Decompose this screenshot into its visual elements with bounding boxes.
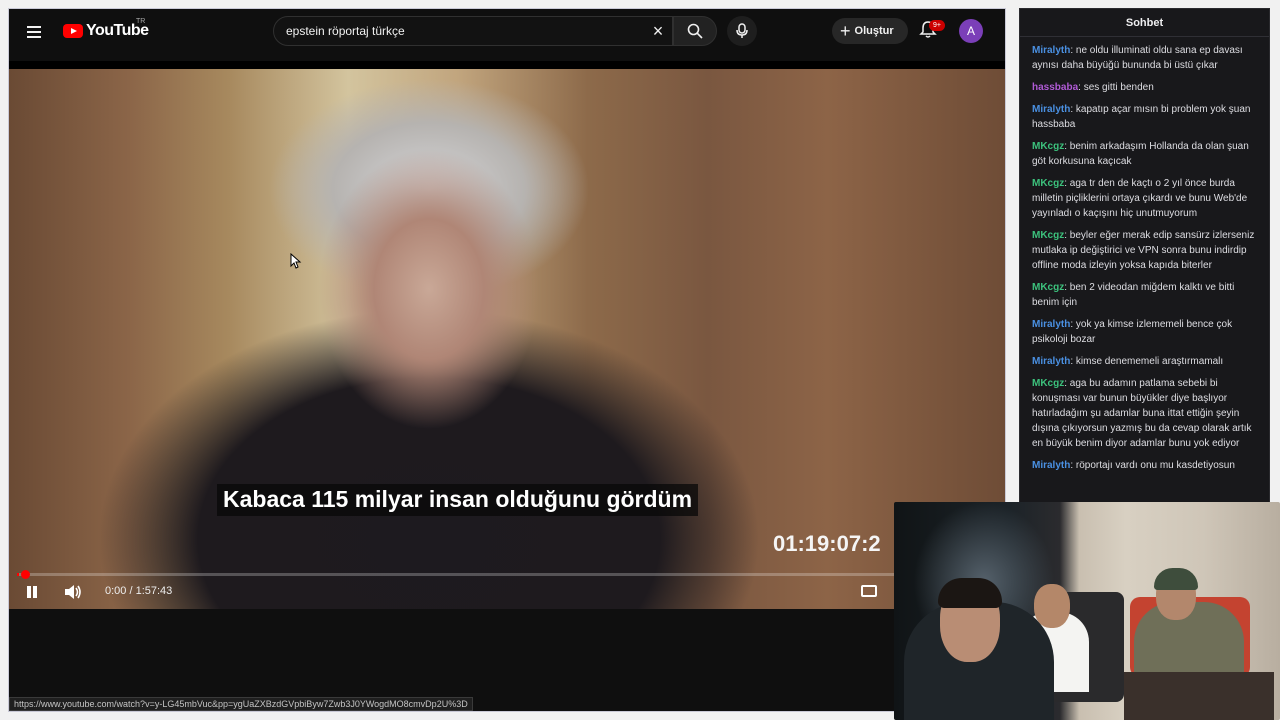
chat-message: Miralyth: kapatıp açar mısın bi problem … bbox=[1032, 102, 1257, 132]
pause-icon[interactable] bbox=[27, 585, 39, 599]
scrubber-handle[interactable] bbox=[21, 570, 30, 579]
time-display: 0:00 / 1:57:43 bbox=[105, 585, 173, 597]
chat-message: MKcgz: ben 2 videodan miğdem kalktı ve b… bbox=[1032, 280, 1257, 310]
plus-icon: + bbox=[840, 21, 851, 41]
youtube-logo[interactable]: YouTube TR bbox=[63, 18, 149, 42]
chat-message-list[interactable]: Miralyth: ne oldu illuminati oldu sana e… bbox=[1020, 37, 1269, 473]
chat-username[interactable]: Miralyth bbox=[1032, 319, 1070, 330]
chat-text: kimse denememeli araştırmamalı bbox=[1075, 356, 1224, 367]
masthead: YouTube TR × + Oluştur 9+ A bbox=[9, 9, 1005, 61]
chat-username[interactable]: Miralyth bbox=[1032, 45, 1070, 56]
chat-panel: Sohbet Miralyth: ne oldu illuminati oldu… bbox=[1019, 8, 1270, 510]
search-button[interactable] bbox=[673, 16, 717, 46]
captions-icon[interactable] bbox=[861, 585, 877, 597]
video-player[interactable]: Kabaca 115 milyar insan olduğunu gördüm … bbox=[9, 61, 1005, 609]
voice-search-button[interactable] bbox=[727, 16, 757, 46]
create-button[interactable]: + Oluştur bbox=[832, 18, 908, 44]
menu-icon[interactable] bbox=[27, 23, 47, 39]
chat-message: Miralyth: yok ya kimse izlememeli bence … bbox=[1032, 317, 1257, 347]
player-controls: 0:00 / 1:57:43 bbox=[9, 581, 1005, 609]
chat-message: Miralyth: ne oldu illuminati oldu sana e… bbox=[1032, 43, 1257, 73]
burned-timecode: 01:19:07:2 bbox=[773, 531, 881, 556]
youtube-logo-icon bbox=[63, 24, 83, 38]
chat-message: MKcgz: beyler eğer merak edip sansürz iz… bbox=[1032, 228, 1257, 273]
progress-fill bbox=[17, 573, 19, 576]
search-icon bbox=[687, 23, 703, 39]
chat-username[interactable]: MKcgz bbox=[1032, 230, 1064, 241]
chat-message: hassbaba: ses gitti benden bbox=[1032, 80, 1257, 95]
cursor-icon bbox=[290, 253, 302, 269]
region-code: TR bbox=[136, 18, 146, 25]
chat-username[interactable]: MKcgz bbox=[1032, 141, 1064, 152]
video-frame[interactable] bbox=[9, 69, 1005, 609]
chat-username[interactable]: Miralyth bbox=[1032, 356, 1070, 367]
chat-message: MKcgz: aga tr den de kaçtı o 2 yıl önce … bbox=[1032, 176, 1257, 221]
chat-title: Sohbet bbox=[1020, 9, 1269, 37]
status-url: https://www.youtube.com/watch?v=y-LG45mb… bbox=[9, 697, 473, 711]
chat-username[interactable]: MKcgz bbox=[1032, 282, 1064, 293]
chat-text: ses gitti benden bbox=[1083, 82, 1154, 93]
webcam-person-left-hair bbox=[938, 578, 1002, 608]
volume-icon[interactable] bbox=[63, 583, 83, 601]
chat-text: röportajı vardı onu mu kasdetiyosun bbox=[1075, 460, 1235, 471]
webcam-overlay bbox=[894, 502, 1280, 720]
progress-bar[interactable] bbox=[17, 570, 999, 579]
video-subtitle: Kabaca 115 milyar insan olduğunu gördüm bbox=[217, 484, 699, 516]
mic-icon bbox=[736, 23, 748, 38]
clear-icon[interactable]: × bbox=[650, 22, 666, 40]
webcam-person-middle-head bbox=[1034, 584, 1070, 628]
chat-message: MKcgz: aga bu adamın patlama sebebi bi k… bbox=[1032, 376, 1257, 451]
chat-username[interactable]: MKcgz bbox=[1032, 178, 1064, 189]
chat-username[interactable]: Miralyth bbox=[1032, 104, 1070, 115]
chat-username[interactable]: hassbaba bbox=[1032, 82, 1078, 93]
chat-message: Miralyth: kimse denememeli araştırmamalı bbox=[1032, 354, 1257, 369]
notification-badge: 9+ bbox=[929, 20, 945, 31]
avatar[interactable]: A bbox=[959, 19, 983, 43]
chat-message: MKcgz: benim arkadaşım Hollanda da olan … bbox=[1032, 139, 1257, 169]
chat-message: Miralyth: röportajı vardı onu mu kasdeti… bbox=[1032, 458, 1257, 473]
search-input[interactable] bbox=[274, 24, 634, 38]
search-box: × bbox=[273, 16, 673, 46]
create-label: Oluştur bbox=[854, 25, 894, 37]
chat-username[interactable]: MKcgz bbox=[1032, 378, 1064, 389]
youtube-window: YouTube TR × + Oluştur 9+ A Kabaca 115 m… bbox=[8, 8, 1006, 712]
webcam-person-right-beanie bbox=[1154, 568, 1198, 590]
chat-username[interactable]: Miralyth bbox=[1032, 460, 1070, 471]
webcam-table bbox=[1124, 672, 1274, 720]
